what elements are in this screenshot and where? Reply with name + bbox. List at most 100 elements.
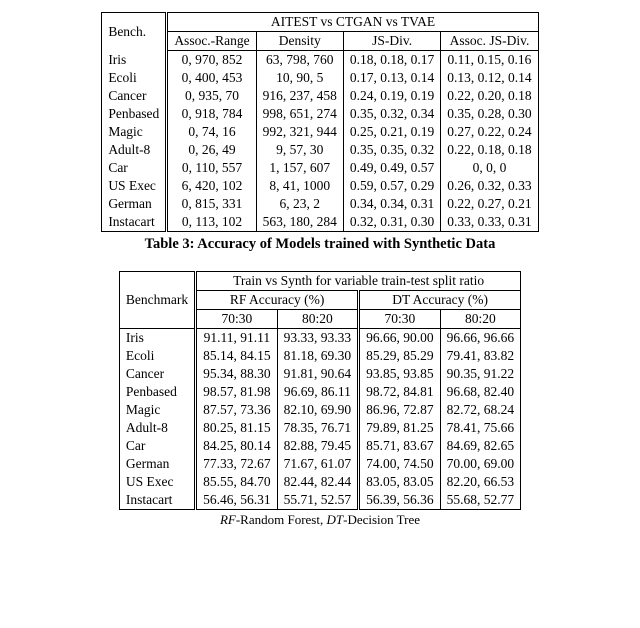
cell-value: 0.24, 0.19, 0.19 [343,87,440,105]
cell-value: 80.25, 81.15 [196,419,278,437]
cell-value: 8, 41, 1000 [256,177,343,195]
table-row: Iris91.11, 91.1193.33, 93.3396.66, 90.00… [119,329,520,348]
benchmark-name: Cancer [119,365,195,383]
table-row: Adult-880.25, 81.1578.35, 76.7179.89, 81… [119,419,520,437]
cell-value: 55.68, 52.77 [440,491,521,510]
cell-value: 6, 420, 102 [167,177,256,195]
table-row: Cancer0, 935, 70916, 237, 4580.24, 0.19,… [102,87,538,105]
benchmark-name: Car [119,437,195,455]
cell-value: 85.55, 84.70 [196,473,278,491]
cell-value: 6, 23, 2 [256,195,343,213]
table-row: Cancer95.34, 88.3091.81, 90.6493.85, 93.… [119,365,520,383]
cell-value: 56.46, 56.31 [196,491,278,510]
split-rf-7030: 70:30 [196,310,278,329]
cell-value: 82.44, 82.44 [277,473,359,491]
benchmark-name: Ecoli [119,347,195,365]
cell-value: 78.35, 76.71 [277,419,359,437]
cell-value: 0.49, 0.49, 0.57 [343,159,440,177]
table1-caption: Table 3: Accuracy of Models trained with… [12,236,628,253]
cell-value: 82.72, 68.24 [440,401,521,419]
cell-value: 0.59, 0.57, 0.29 [343,177,440,195]
cell-value: 82.88, 79.45 [277,437,359,455]
bench-name: Car [102,159,167,177]
cell-value: 0, 110, 557 [167,159,256,177]
cell-value: 90.35, 91.22 [440,365,521,383]
cell-value: 91.11, 91.11 [196,329,278,348]
col-density: Density [256,32,343,51]
legend-rf-abbr: RF [220,512,236,527]
cell-value: 63, 798, 760 [256,51,343,70]
cell-value: 85.14, 84.15 [196,347,278,365]
col-jsdiv: JS-Div. [343,32,440,51]
cell-value: 0.17, 0.13, 0.14 [343,69,440,87]
cell-value: 98.72, 84.81 [359,383,441,401]
cell-value: 0.35, 0.35, 0.32 [343,141,440,159]
cell-value: 0.13, 0.12, 0.14 [441,69,538,87]
table-row: Car84.25, 80.1482.88, 79.4585.71, 83.678… [119,437,520,455]
cell-value: 78.41, 75.66 [440,419,521,437]
cell-value: 0.33, 0.33, 0.31 [441,213,538,232]
cell-value: 0.35, 0.28, 0.30 [441,105,538,123]
cell-value: 9, 57, 30 [256,141,343,159]
benchmark-name: Magic [119,401,195,419]
cell-value: 93.33, 93.33 [277,329,359,348]
cell-value: 0, 970, 852 [167,51,256,70]
cell-value: 79.41, 83.82 [440,347,521,365]
cell-value: 0.18, 0.18, 0.17 [343,51,440,70]
split-dt-7030: 70:30 [359,310,441,329]
cell-value: 86.96, 72.87 [359,401,441,419]
split-rf-8020: 80:20 [277,310,359,329]
legend-rf-text: -Random Forest, [236,512,327,527]
cell-value: 10, 90, 5 [256,69,343,87]
cell-value: 84.69, 82.65 [440,437,521,455]
cell-value: 0, 26, 49 [167,141,256,159]
cell-value: 71.67, 61.07 [277,455,359,473]
cell-value: 998, 651, 274 [256,105,343,123]
cell-value: 916, 237, 458 [256,87,343,105]
cell-value: 0, 815, 331 [167,195,256,213]
benchmark-name: Iris [119,329,195,348]
bench-name: Cancer [102,87,167,105]
cell-value: 0, 918, 784 [167,105,256,123]
cell-value: 85.71, 83.67 [359,437,441,455]
accuracy-table: Benchmark Train vs Synth for variable tr… [119,271,521,510]
table2-legend: RF-Random Forest, DT-Decision Tree [12,512,628,528]
bench-name: Magic [102,123,167,141]
cell-value: 77.33, 72.67 [196,455,278,473]
table-row: German0, 815, 3316, 23, 20.34, 0.34, 0.3… [102,195,538,213]
cell-value: 93.85, 93.85 [359,365,441,383]
cell-value: 0, 0, 0 [441,159,538,177]
cell-value: 0.25, 0.21, 0.19 [343,123,440,141]
cell-value: 0.32, 0.31, 0.30 [343,213,440,232]
cell-value: 81.18, 69.30 [277,347,359,365]
table-row: Magic87.57, 73.3682.10, 69.9086.96, 72.8… [119,401,520,419]
cell-value: 0.34, 0.34, 0.31 [343,195,440,213]
cell-value: 96.66, 90.00 [359,329,441,348]
legend-dt-abbr: DT [326,512,343,527]
cell-value: 1, 157, 607 [256,159,343,177]
cell-value: 55.71, 52.57 [277,491,359,510]
cell-value: 0.26, 0.32, 0.33 [441,177,538,195]
table-row: Car0, 110, 5571, 157, 6070.49, 0.49, 0.5… [102,159,538,177]
col-bench: Bench. [102,13,167,51]
cell-value: 91.81, 90.64 [277,365,359,383]
split-dt-8020: 80:20 [440,310,521,329]
cell-value: 0, 113, 102 [167,213,256,232]
cell-value: 70.00, 69.00 [440,455,521,473]
cell-value: 0.11, 0.15, 0.16 [441,51,538,70]
table-row: Ecoli85.14, 84.1581.18, 69.3085.29, 85.2… [119,347,520,365]
cell-value: 95.34, 88.30 [196,365,278,383]
bench-name: German [102,195,167,213]
cell-value: 98.57, 81.98 [196,383,278,401]
cell-value: 0, 74, 16 [167,123,256,141]
table-row: German77.33, 72.6771.67, 61.0774.00, 74.… [119,455,520,473]
col-assoc-range: Assoc.-Range [167,32,256,51]
table-row: Iris0, 970, 85263, 798, 7600.18, 0.18, 0… [102,51,538,70]
cell-value: 82.10, 69.90 [277,401,359,419]
cell-value: 0, 935, 70 [167,87,256,105]
bench-name: Ecoli [102,69,167,87]
bench-name: US Exec [102,177,167,195]
table-row: Penbased0, 918, 784998, 651, 2740.35, 0.… [102,105,538,123]
bench-name: Adult-8 [102,141,167,159]
cell-value: 84.25, 80.14 [196,437,278,455]
